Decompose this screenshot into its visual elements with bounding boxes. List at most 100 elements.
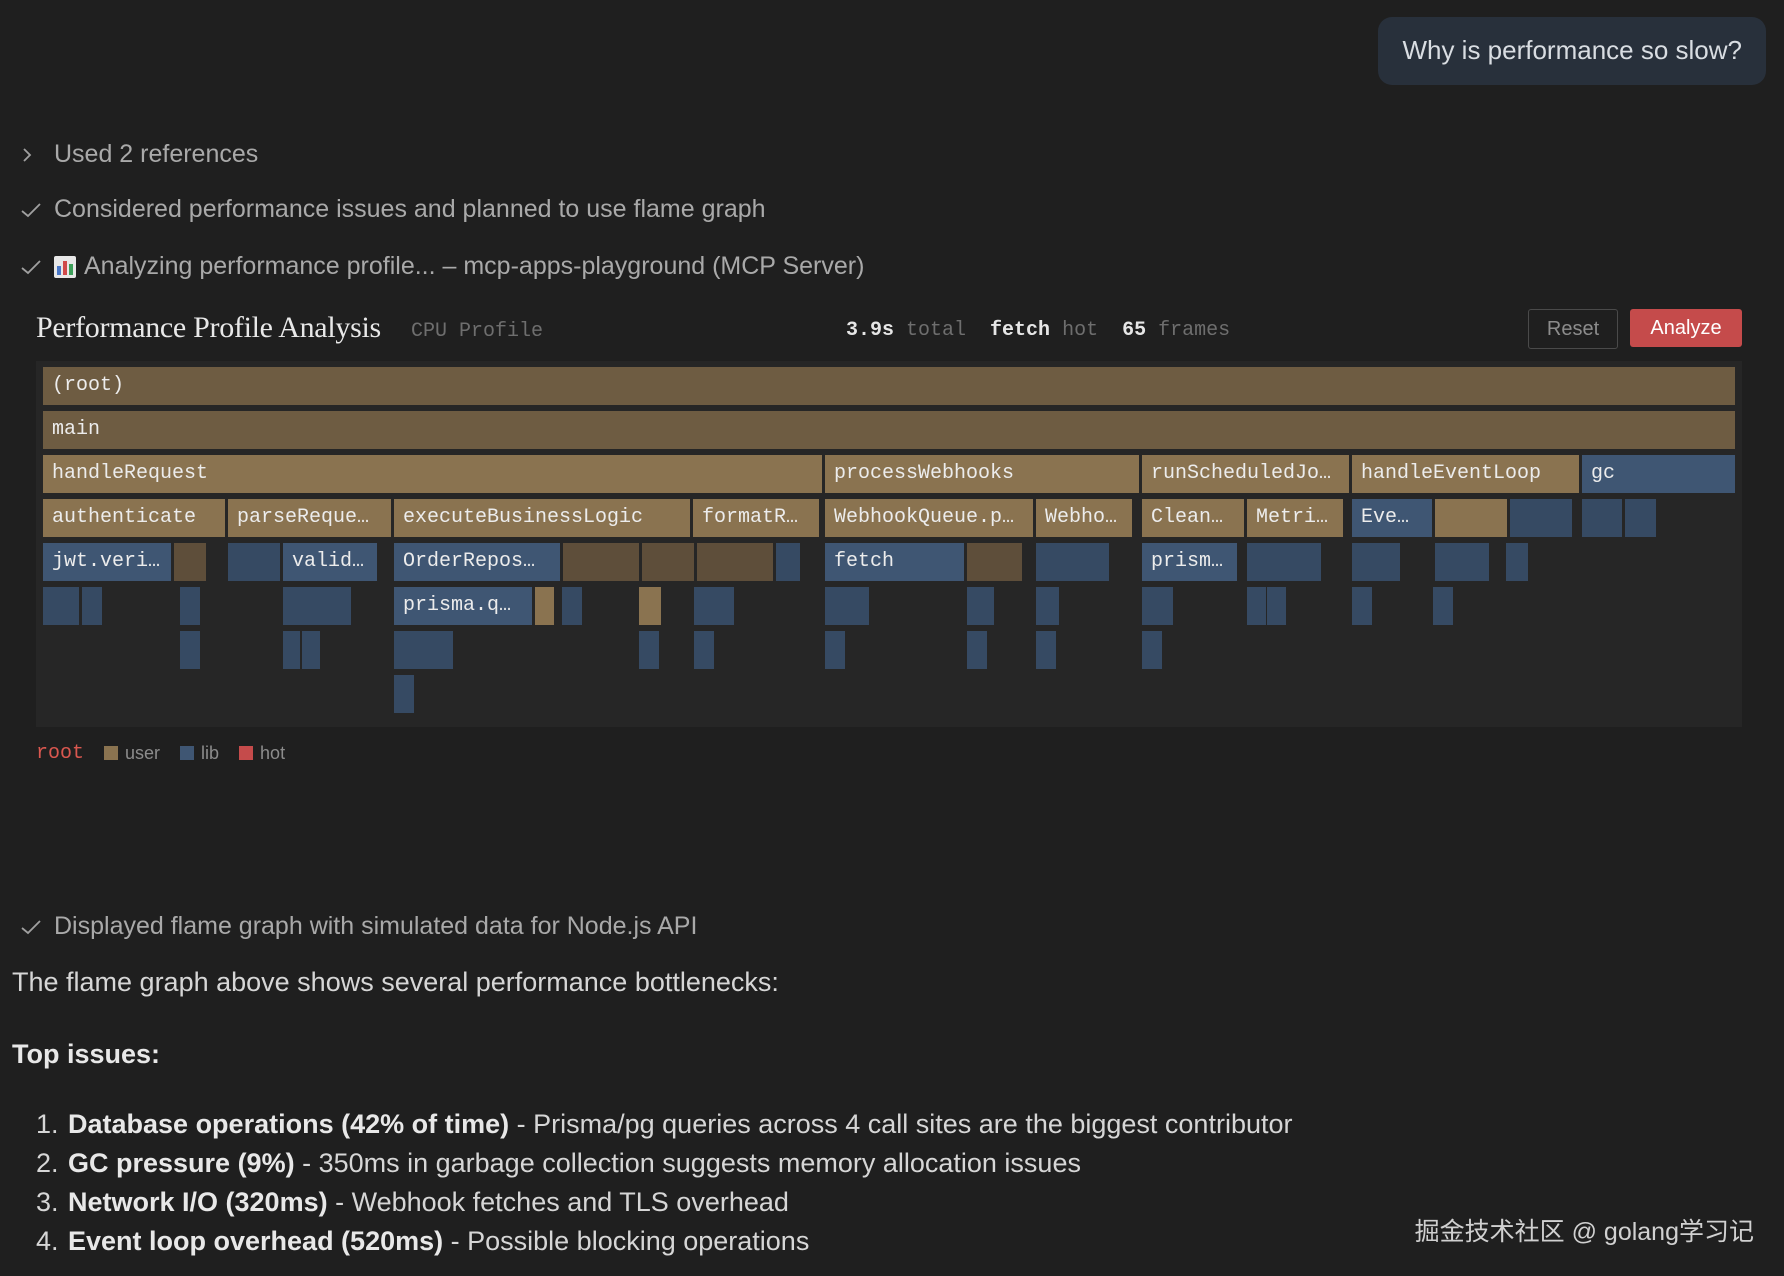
lib-swatch [180, 746, 195, 760]
frame-prisma-child[interactable] [394, 631, 453, 669]
frame-event-user[interactable] [1435, 499, 1507, 537]
stat-frames: 65 frames [1122, 319, 1231, 342]
stat-hot: fetch hot [990, 319, 1099, 342]
watermark: 掘金技术社区 @ golang学习记 [1414, 1218, 1754, 1246]
frame-metrics-child[interactable] [1267, 587, 1286, 625]
frame-executeBusinessLogic[interactable]: executeBusinessLogic [394, 499, 690, 537]
frame-validate[interactable]: valid… [283, 543, 377, 581]
user-swatch [104, 746, 119, 760]
list-item: 1. Database operations (42% of time) - Pr… [36, 1109, 1293, 1139]
frame-order-user[interactable] [535, 587, 554, 625]
legend-hot: hot [239, 743, 285, 764]
performance-profile-widget: Performance Profile Analysis CPU Profile… [36, 298, 1742, 765]
frame-event-lib[interactable] [1352, 543, 1400, 581]
frame-prisma-query[interactable]: prisma.q… [394, 587, 532, 625]
frame-webhook-child[interactable] [967, 587, 994, 625]
considered-step-label: Considered performance issues and planne… [54, 195, 766, 223]
frame-format-user[interactable] [697, 543, 773, 581]
stat-total: 3.9s total [846, 319, 967, 342]
considered-step: Considered performance issues and planne… [20, 195, 766, 224]
check-icon [20, 257, 54, 277]
frame-event-child[interactable] [1433, 587, 1453, 625]
frame-jwt-verify[interactable]: jwt.veri… [43, 543, 171, 581]
frame-WebhookQueue[interactable]: WebhookQueue.p… [825, 499, 1033, 537]
frame-webhook-child[interactable] [1036, 587, 1059, 625]
frame-business-child[interactable] [639, 587, 661, 625]
frame-fetch-child[interactable] [825, 587, 869, 625]
frame-event-lib[interactable] [1510, 499, 1572, 537]
frame-handleRequest[interactable]: handleRequest [43, 455, 822, 493]
frame-authenticate[interactable]: authenticate [43, 499, 225, 537]
user-message-bubble: Why is performance so slow? [1378, 17, 1766, 85]
frame-runScheduledJobs[interactable]: runScheduledJo… [1142, 455, 1349, 493]
frame-validate-child[interactable] [283, 587, 351, 625]
frame-main[interactable]: main [43, 411, 1735, 449]
frame-business-grandchild[interactable] [639, 631, 659, 669]
reset-button[interactable]: Reset [1528, 309, 1618, 349]
frame-webhook-lib[interactable] [1036, 543, 1109, 581]
frame-handleEventLoop[interactable]: handleEventLoop [1352, 455, 1579, 493]
frame-gc-child[interactable] [1625, 499, 1656, 537]
analyze-button[interactable]: Analyze [1630, 309, 1742, 347]
frame-webhook-grandchild[interactable] [1036, 631, 1056, 669]
frame-root[interactable]: (root) [43, 367, 1735, 405]
frame-parse-lib[interactable] [228, 543, 280, 581]
frame-prisma-grandchild[interactable] [1142, 631, 1162, 669]
frame-Cleanup[interactable]: Clean… [1142, 499, 1244, 537]
frame-event-lib[interactable] [1506, 543, 1528, 581]
frame-Metrics[interactable]: Metri… [1247, 499, 1343, 537]
frame-jwt-child[interactable] [82, 587, 102, 625]
references-step[interactable]: Used 2 references [20, 140, 258, 169]
frame-gc-child[interactable] [1582, 499, 1622, 537]
check-icon [20, 200, 54, 220]
widget-title: Performance Profile Analysis [36, 311, 381, 344]
displayed-step-label: Displayed flame graph with simulated dat… [54, 912, 698, 940]
response-intro: The flame graph above shows several perf… [12, 967, 779, 997]
legend-user: user [104, 743, 160, 764]
frame-prisma[interactable]: prism… [1142, 543, 1237, 581]
check-icon [20, 917, 54, 937]
frame-metrics-child[interactable] [1247, 587, 1266, 625]
frame-formatResponse[interactable]: formatR… [693, 499, 819, 537]
analyzing-step: Analyzing performance profile... – mcp-a… [20, 252, 864, 281]
list-item: 3. Network I/O (320ms) - Webhook fetches … [36, 1187, 789, 1217]
frame-event-lib[interactable] [1435, 543, 1489, 581]
frame-EventEmitter[interactable]: Eve… [1352, 499, 1432, 537]
widget-subtitle: CPU Profile [411, 320, 544, 343]
flame-graph: (root) main handleRequest processWebhook… [36, 361, 1742, 727]
frame-event-child[interactable] [1352, 587, 1372, 625]
frame-prisma-deep[interactable] [394, 675, 414, 713]
frame-OrderRepository[interactable]: OrderRepos… [394, 543, 560, 581]
frame-business-user[interactable] [563, 543, 639, 581]
list-item: 4. Event loop overhead (520ms) - Possible… [36, 1226, 810, 1256]
bar-chart-icon [54, 255, 76, 278]
widget-header: Performance Profile Analysis CPU Profile… [36, 298, 1742, 358]
profile-stats: 3.9s total fetch hot 65 frames [846, 319, 1230, 342]
frame-format-lib[interactable] [776, 543, 800, 581]
frame-jwt-child[interactable] [43, 587, 79, 625]
frame-Webhook[interactable]: Webho… [1036, 499, 1132, 537]
frame-metrics-lib[interactable] [1247, 543, 1321, 581]
frame-gc[interactable]: gc [1582, 455, 1735, 493]
frame-auth-grandchild[interactable] [180, 631, 200, 669]
frame-order-lib[interactable] [562, 587, 582, 625]
analyzing-step-label: Analyzing performance profile... – mcp-a… [84, 252, 865, 280]
frame-format-grandchild[interactable] [694, 631, 714, 669]
frame-fetch[interactable]: fetch [825, 543, 964, 581]
frame-webhook-grandchild[interactable] [967, 631, 987, 669]
frame-business-user[interactable] [642, 543, 694, 581]
frame-auth-child[interactable] [180, 587, 200, 625]
frame-fetch-grandchild[interactable] [825, 631, 845, 669]
list-item: 2. GC pressure (9%) - 350ms in garbage co… [36, 1148, 1081, 1178]
frame-webhook-user[interactable] [967, 543, 1022, 581]
frame-parseRequest[interactable]: parseReque… [228, 499, 391, 537]
issues-list: 1. Database operations (42% of time) - Pr… [36, 1105, 1292, 1261]
frame-prisma-child[interactable] [1142, 587, 1173, 625]
frame-validate-grandchild[interactable] [283, 631, 300, 669]
legend-root: root [36, 742, 85, 765]
frame-format-child[interactable] [694, 587, 734, 625]
frame-auth-user[interactable] [174, 543, 206, 581]
frame-processWebhooks[interactable]: processWebhooks [825, 455, 1139, 493]
chevron-right-icon[interactable] [20, 145, 54, 165]
frame-validate-grandchild[interactable] [302, 631, 320, 669]
